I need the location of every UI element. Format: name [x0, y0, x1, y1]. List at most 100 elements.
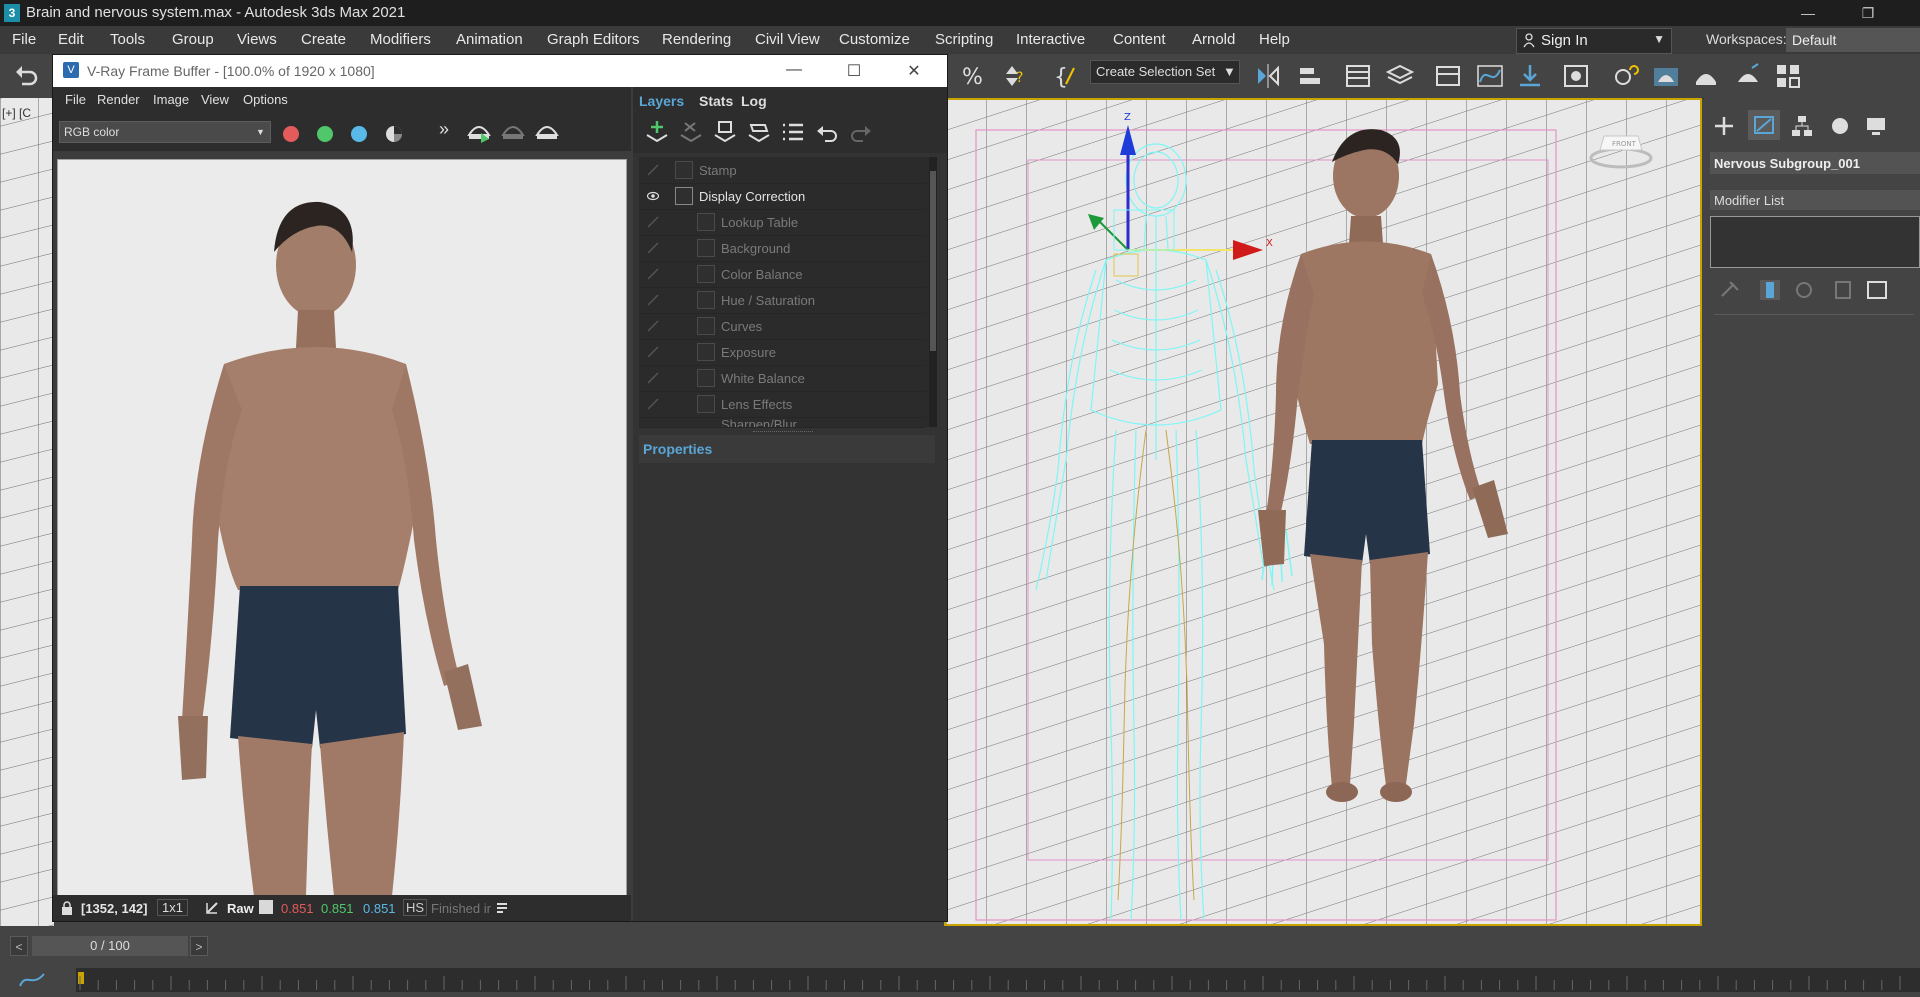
tab-layers[interactable]: Layers	[639, 93, 684, 109]
dope-sheet-icon[interactable]	[1516, 62, 1544, 90]
create-selection-set-dropdown[interactable]: Create Selection Set ▼	[1090, 60, 1240, 84]
layer-row-exposure[interactable]: Exposure	[639, 339, 925, 366]
green-channel-button[interactable]	[317, 126, 333, 142]
human-model[interactable]	[1246, 124, 1546, 814]
create-tab-icon[interactable]	[1712, 114, 1736, 138]
object-name-field[interactable]: Nervous Subgroup_001	[1710, 152, 1920, 174]
layer-row-background[interactable]: Background	[639, 235, 925, 262]
save-layers-icon[interactable]	[711, 119, 739, 147]
menu-tools[interactable]: Tools	[110, 31, 145, 48]
more-icon[interactable]: »	[439, 119, 449, 140]
layer-list-icon[interactable]	[779, 119, 807, 147]
previous-frame-button[interactable]: <	[10, 936, 28, 956]
viewcube[interactable]: FRONT	[1586, 122, 1656, 172]
layers-scrollbar[interactable]	[929, 157, 937, 427]
alpha-channel-icon[interactable]	[385, 125, 403, 143]
undo-icon[interactable]	[815, 121, 839, 145]
hsv-toggle[interactable]: HS	[403, 899, 428, 916]
render-frame-window-icon[interactable]	[1652, 62, 1680, 90]
vfb-menu-options[interactable]: Options	[243, 92, 288, 107]
layers-tree[interactable]: Stamp Display Correction Lookup Table Ba…	[639, 157, 937, 428]
red-channel-button[interactable]	[283, 126, 299, 142]
time-slider[interactable]: 0 / 100	[32, 936, 188, 956]
vfb-menu-file[interactable]: File	[65, 92, 86, 107]
next-frame-button[interactable]: >	[190, 936, 208, 956]
visibility-off-icon[interactable]	[647, 320, 659, 332]
layer-row-stamp[interactable]: Stamp	[639, 157, 925, 184]
modifier-stack[interactable]	[1710, 216, 1920, 268]
menu-customize[interactable]: Customize	[839, 31, 910, 48]
layer-row-display-correction[interactable]: Display Correction	[639, 183, 925, 210]
menu-scripting[interactable]: Scripting	[935, 31, 993, 48]
menu-animation[interactable]: Animation	[456, 31, 523, 48]
color-picker-icon[interactable]	[205, 901, 219, 915]
layer-row-lens-effects[interactable]: Lens Effects	[639, 391, 925, 418]
eye-icon[interactable]	[647, 190, 659, 202]
viewport-label[interactable]: [+] [C	[2, 106, 31, 120]
minimize-button[interactable]: —	[1788, 2, 1828, 24]
spinner-snap-icon[interactable]: ?	[1000, 62, 1028, 90]
layer-row-sharpen-blur[interactable]: Sharpen/Blur	[639, 417, 925, 428]
sign-in-dropdown[interactable]: Sign In ▼	[1516, 28, 1672, 54]
mini-curve-editor-icon[interactable]	[18, 970, 46, 990]
close-button[interactable]: ✕	[899, 61, 929, 81]
layer-row-lookup-table[interactable]: Lookup Table	[639, 209, 925, 236]
visibility-off-icon[interactable]	[647, 242, 659, 254]
layer-row-curves[interactable]: Curves	[639, 313, 925, 340]
menu-civil-view[interactable]: Civil View	[755, 31, 820, 48]
left-viewport-strip[interactable]: [+] [C	[0, 98, 54, 926]
perspective-viewport[interactable]: Z X FRONT	[944, 98, 1702, 926]
layer-explorer-icon[interactable]	[1386, 62, 1414, 90]
visibility-off-icon[interactable]	[647, 268, 659, 280]
align-icon[interactable]	[1296, 62, 1324, 90]
edit-named-selection-icon[interactable]: {	[1052, 62, 1080, 90]
menu-modifiers[interactable]: Modifiers	[370, 31, 431, 48]
scrollbar-thumb[interactable]	[930, 171, 936, 351]
hierarchy-tab-icon[interactable]	[1790, 114, 1814, 138]
layer-row-white-balance[interactable]: White Balance	[639, 365, 925, 392]
percent-snap-icon[interactable]: %	[960, 62, 988, 90]
menu-help[interactable]: Help	[1259, 31, 1290, 48]
track-bar[interactable]	[76, 968, 1920, 992]
menu-interactive[interactable]: Interactive	[1016, 31, 1085, 48]
workspaces-select[interactable]: Default	[1786, 28, 1920, 52]
menu-group[interactable]: Group	[172, 31, 214, 48]
minimize-button[interactable]: —	[779, 61, 809, 79]
motion-tab-icon[interactable]	[1828, 114, 1852, 138]
menu-edit[interactable]: Edit	[58, 31, 84, 48]
tab-log[interactable]: Log	[741, 93, 767, 109]
visibility-off-icon[interactable]	[647, 346, 659, 358]
vfb-menu-render[interactable]: Render	[97, 92, 140, 107]
menu-content[interactable]: Content	[1113, 31, 1166, 48]
restore-button[interactable]: ❐	[1848, 2, 1888, 24]
scene-explorer-icon[interactable]	[1344, 62, 1372, 90]
menu-create[interactable]: Create	[301, 31, 346, 48]
vfb-menu-view[interactable]: View	[201, 92, 229, 107]
undo-icon[interactable]	[12, 62, 40, 90]
mirror-icon[interactable]	[1254, 62, 1282, 90]
visibility-off-icon[interactable]	[647, 294, 659, 306]
visibility-off-icon[interactable]	[647, 398, 659, 410]
stop-render-icon[interactable]	[533, 117, 561, 145]
vfb-title-bar[interactable]: V V-Ray Frame Buffer - [100.0% of 1920 x…	[53, 55, 947, 87]
display-tab-icon[interactable]	[1864, 114, 1888, 138]
vfb-menu-image[interactable]: Image	[153, 92, 189, 107]
render-teapot-icon[interactable]	[465, 117, 493, 145]
menu-graph-editors[interactable]: Graph Editors	[547, 31, 640, 48]
redo-icon[interactable]	[849, 121, 873, 145]
delete-layer-icon[interactable]	[677, 119, 705, 147]
log-icon[interactable]	[495, 901, 509, 915]
menu-rendering[interactable]: Rendering	[662, 31, 731, 48]
material-editor-icon[interactable]	[1562, 62, 1590, 90]
modify-tab[interactable]	[1748, 110, 1780, 140]
layer-row-hue-saturation[interactable]: Hue / Saturation	[639, 287, 925, 314]
render-in-cloud-icon[interactable]	[1774, 62, 1802, 90]
render-activeshade-icon[interactable]	[1734, 62, 1762, 90]
curve-editor-icon[interactable]	[1476, 62, 1504, 90]
ribbon-icon[interactable]	[1434, 62, 1462, 90]
blue-channel-button[interactable]	[351, 126, 367, 142]
layer-row-color-balance[interactable]: Color Balance	[639, 261, 925, 288]
zoom-select[interactable]: 1x1	[157, 899, 188, 916]
visibility-off-icon[interactable]	[647, 164, 659, 176]
render-production-icon[interactable]	[1692, 62, 1720, 90]
